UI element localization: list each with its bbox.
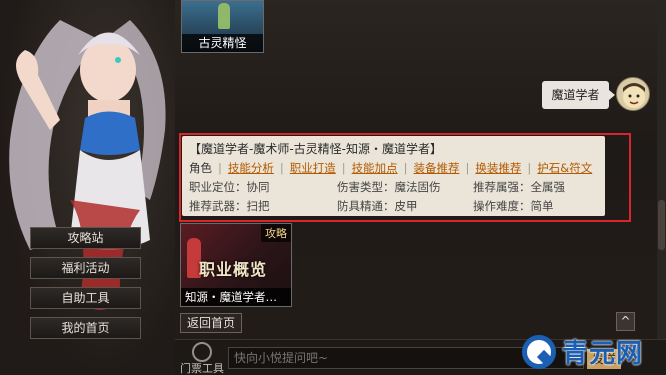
watermark-logo-icon <box>522 334 556 369</box>
watermark: 青元网 <box>522 333 643 370</box>
ancient-spirit-card[interactable]: 古灵精怪 <box>181 0 264 53</box>
side-menu: 攻略站 福利活动 自助工具 我的首页 <box>30 227 141 347</box>
menu-guide-button[interactable]: 攻略站 <box>30 227 141 249</box>
watermark-text: 青元网 <box>562 339 644 369</box>
scroll-up-icon[interactable]: ^ <box>616 312 635 331</box>
ancient-spirit-caption: 古灵精怪 <box>182 34 263 52</box>
scrollbar[interactable] <box>657 0 666 375</box>
article-card[interactable]: 职业概览 攻略 知源・魔道学者… <box>180 223 292 307</box>
article-image-text: 职业概览 <box>199 260 268 279</box>
menu-my-home-button[interactable]: 我的首页 <box>30 317 141 339</box>
article-tag: 攻略 <box>261 224 291 242</box>
menu-self-service-button[interactable]: 自助工具 <box>30 287 141 309</box>
tool-icon[interactable] <box>192 342 212 362</box>
avatar <box>616 77 650 111</box>
avatar-face-icon <box>623 83 645 108</box>
menu-welfare-button[interactable]: 福利活动 <box>30 257 141 279</box>
back-home-button[interactable]: 返回首页 <box>180 313 242 333</box>
user-message-bubble: 魔道学者 <box>542 81 615 109</box>
tool-label[interactable]: 门票工具 <box>180 360 224 375</box>
scrollbar-thumb[interactable] <box>658 200 665 250</box>
card-figure <box>218 3 230 29</box>
highlight-box <box>179 133 631 222</box>
article-caption: 知源・魔道学者… <box>181 288 291 306</box>
